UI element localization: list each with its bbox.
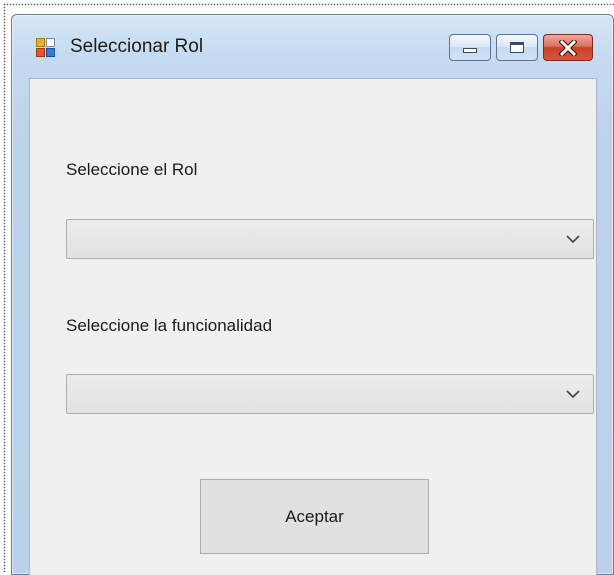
minimize-button[interactable] bbox=[449, 34, 491, 61]
form-client-area: Seleccione el Rol Seleccione la funciona… bbox=[29, 78, 597, 575]
window-title: Seleccionar Rol bbox=[70, 36, 204, 57]
designer-selection-border-top bbox=[3, 3, 614, 6]
form-window: Seleccionar Rol Seleccione el Rol Selecc… bbox=[11, 14, 614, 575]
designer-selection-border-left bbox=[3, 3, 6, 572]
funcionalidad-label: Seleccione la funcionalidad bbox=[66, 316, 273, 335]
title-bar[interactable]: Seleccionar Rol bbox=[12, 15, 613, 75]
maximize-button[interactable] bbox=[496, 34, 538, 61]
designer-canvas: Seleccionar Rol Seleccione el Rol Selecc… bbox=[0, 0, 614, 575]
close-button[interactable] bbox=[543, 34, 593, 61]
rol-combobox[interactable] bbox=[66, 219, 594, 259]
rol-label: Seleccione el Rol bbox=[66, 160, 198, 179]
funcionalidad-combobox[interactable] bbox=[66, 374, 594, 414]
accept-button[interactable]: Aceptar bbox=[200, 479, 429, 554]
close-icon bbox=[544, 35, 592, 60]
app-form-icon bbox=[36, 38, 56, 58]
chevron-down-icon bbox=[566, 390, 580, 399]
chevron-down-icon bbox=[566, 235, 580, 244]
minimize-icon bbox=[450, 35, 490, 60]
caption-buttons bbox=[444, 34, 593, 62]
maximize-icon bbox=[497, 35, 537, 60]
